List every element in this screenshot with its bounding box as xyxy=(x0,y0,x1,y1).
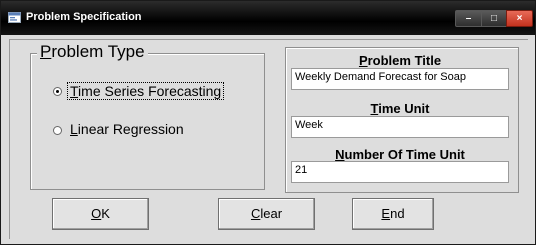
number-of-time-unit-label: Number Of Time Unit xyxy=(335,147,465,162)
title-bar[interactable]: Problem Specification – □ × xyxy=(1,1,535,35)
problem-title-label: Problem Title xyxy=(358,53,442,68)
window-title: Problem Specification xyxy=(26,11,142,23)
radio-label-time-series[interactable]: Time Series Forecasting xyxy=(67,82,225,100)
time-unit-input[interactable]: Week xyxy=(291,116,509,138)
time-unit-label: Time Unit xyxy=(370,101,430,116)
radio-linear-regression[interactable] xyxy=(53,126,62,135)
problem-specification-window: Problem Specification – □ × Problem Type… xyxy=(0,0,536,245)
end-button[interactable]: End xyxy=(352,198,434,230)
clear-button[interactable]: Clear xyxy=(218,198,315,230)
minimize-icon: – xyxy=(465,13,472,24)
minimize-button[interactable]: – xyxy=(455,10,482,27)
app-window-icon xyxy=(8,12,21,23)
ok-button[interactable]: OK xyxy=(52,198,149,230)
problem-title-input[interactable]: Weekly Demand Forecast for Soap xyxy=(291,68,509,90)
maximize-icon: □ xyxy=(490,13,498,24)
close-icon: × xyxy=(516,13,523,24)
close-button[interactable]: × xyxy=(506,10,533,27)
problem-type-legend: Problem Type xyxy=(37,42,148,62)
radio-time-series[interactable] xyxy=(53,87,62,96)
maximize-button[interactable]: □ xyxy=(481,10,507,27)
number-of-time-unit-input[interactable]: 21 xyxy=(291,161,509,183)
radio-label-linear-regression[interactable]: Linear Regression xyxy=(70,121,184,137)
